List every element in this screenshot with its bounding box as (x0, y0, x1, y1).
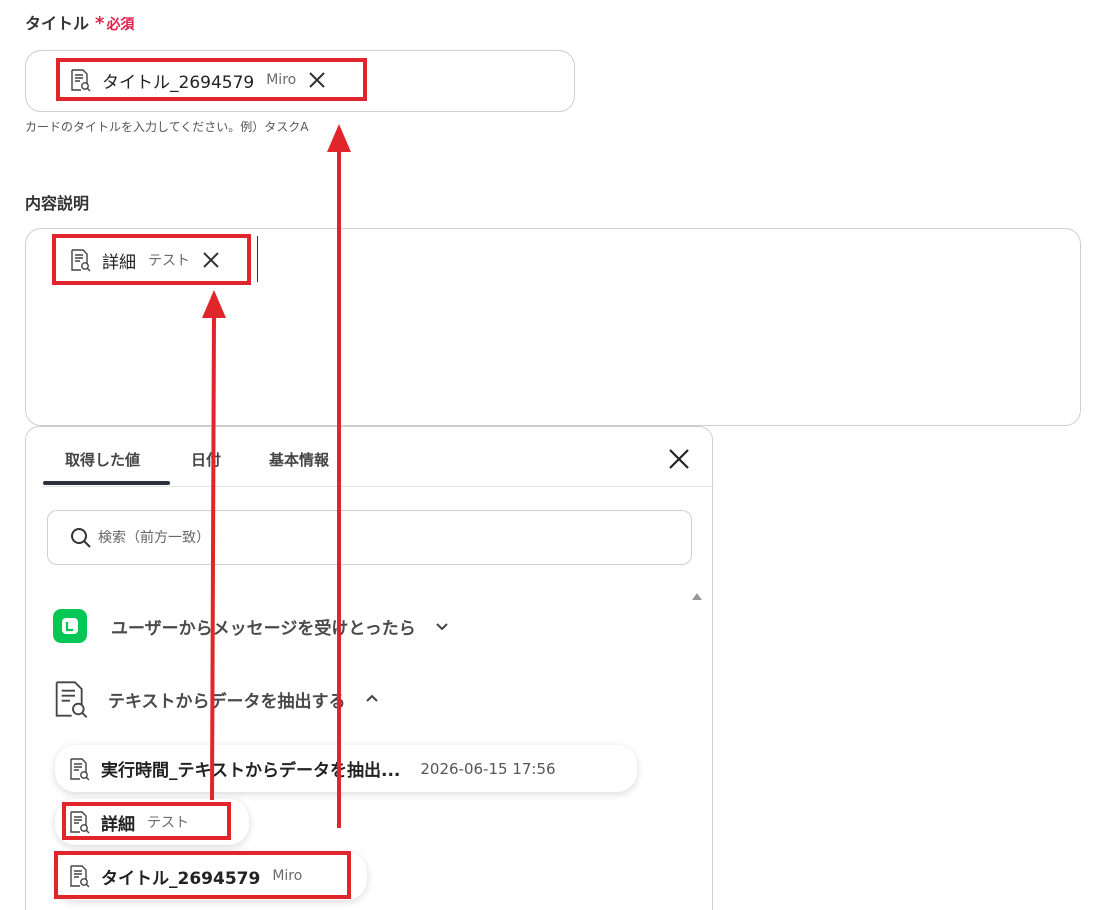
search-icon (71, 527, 91, 548)
document-search-icon (55, 681, 88, 718)
document-search-icon (70, 757, 90, 780)
item-timestamp: 2026-06-15 17:56 (420, 759, 556, 778)
tab-date[interactable]: 日付 (191, 449, 221, 470)
text-cursor (257, 236, 258, 282)
title-hint: カードのタイトルを入力してください。例）タスクA (25, 120, 309, 134)
group-label: ユーザーからメッセージを受けとったら (111, 618, 416, 639)
annotation-highlight-item-detail (62, 802, 231, 840)
annotation-highlight-title (56, 58, 367, 101)
line-app-icon (53, 609, 87, 643)
active-tab-indicator (43, 481, 170, 485)
group-text-extract[interactable]: テキストからデータを抽出する (50, 679, 380, 719)
chevron-up-icon[interactable] (364, 691, 380, 707)
chevron-down-icon[interactable] (434, 618, 450, 634)
search-box[interactable] (47, 510, 692, 565)
group-label: テキストからデータを抽出する (108, 691, 346, 712)
description-field-label: 内容説明 (25, 194, 90, 213)
scroll-up-arrow[interactable] (692, 593, 702, 600)
item-name: 実行時間_テキストからデータを抽出... (101, 761, 401, 781)
tab-acquired-values[interactable]: 取得した値 (65, 449, 140, 470)
annotation-highlight-item-title (54, 851, 351, 899)
group-line-message[interactable]: ユーザーからメッセージを受けとったら (53, 609, 450, 643)
picker-item-exec-time[interactable]: 実行時間_テキストからデータを抽出... 2026-06-15 17:56 (55, 745, 637, 792)
close-icon[interactable] (667, 447, 691, 471)
required-badge: * 必須 (95, 13, 135, 34)
tab-basic-info[interactable]: 基本情報 (269, 449, 329, 470)
search-input[interactable] (98, 529, 598, 546)
title-field-label: タイトル * 必須 (25, 13, 135, 34)
annotation-highlight-description (52, 234, 251, 285)
tab-divider (43, 486, 713, 487)
